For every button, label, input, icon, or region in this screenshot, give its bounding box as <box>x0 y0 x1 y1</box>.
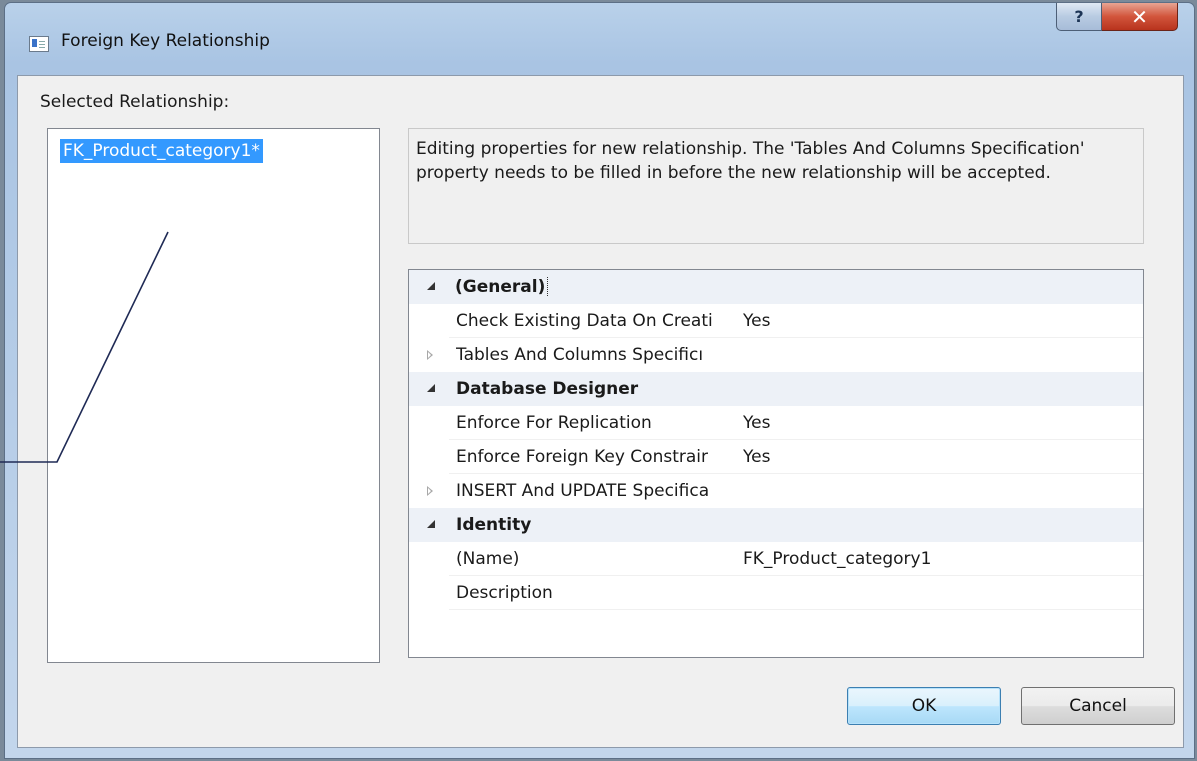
category-label: (General) <box>456 277 549 297</box>
dialog-client-area: Selected Relationship: FK_Product_catego… <box>17 75 1184 748</box>
expanded-triangle-icon[interactable] <box>427 520 435 528</box>
window-title: Foreign Key Relationship <box>61 31 270 51</box>
property-name: Check Existing Data On Creati <box>456 311 713 331</box>
category-identity[interactable]: Identity <box>409 508 1143 542</box>
relationship-list-item[interactable]: FK_Product_category1* <box>60 139 263 163</box>
property-name: Enforce For Replication <box>456 413 652 433</box>
collapsed-triangle-icon[interactable] <box>427 486 433 496</box>
relationship-list[interactable]: FK_Product_category1* <box>47 128 380 663</box>
property-value[interactable]: Yes <box>743 311 770 331</box>
property-description: Editing properties for new relationship.… <box>408 128 1144 244</box>
property-name: INSERT And UPDATE Specifica <box>456 481 710 501</box>
window-icon <box>29 36 49 52</box>
expanded-triangle-icon[interactable] <box>427 282 435 290</box>
property-value[interactable]: Yes <box>743 413 770 433</box>
collapsed-triangle-icon[interactable] <box>427 350 433 360</box>
foreign-key-relationship-dialog: Foreign Key Relationship ? ✕ Selected Re… <box>4 2 1195 759</box>
help-button[interactable]: ? <box>1056 3 1102 31</box>
property-row-insert-update[interactable]: INSERT And UPDATE Specifica <box>409 474 1143 508</box>
cancel-button[interactable]: Cancel <box>1021 687 1175 725</box>
property-row-tables-and-columns[interactable]: Tables And Columns Specificı <box>409 338 1143 372</box>
property-row-check-existing-data[interactable]: Check Existing Data On Creati Yes <box>409 304 1143 338</box>
category-general[interactable]: (General) <box>409 270 1143 304</box>
property-name: (Name) <box>456 549 520 569</box>
expanded-triangle-icon[interactable] <box>427 384 435 392</box>
close-icon: ✕ <box>1131 4 1148 29</box>
property-name: Description <box>456 583 553 603</box>
selected-relationship-label: Selected Relationship: <box>40 92 230 112</box>
property-value[interactable]: Yes <box>743 447 770 467</box>
category-label: Database Designer <box>456 379 639 399</box>
ok-button[interactable]: OK <box>847 687 1001 725</box>
property-name: Enforce Foreign Key Constrair <box>456 447 708 467</box>
property-grid[interactable]: (General) Check Existing Data On Creati … <box>408 269 1144 658</box>
help-icon: ? <box>1074 7 1084 26</box>
title-buttons: ? ✕ <box>1056 3 1178 33</box>
category-label: Identity <box>456 515 532 535</box>
property-value[interactable]: FK_Product_category1 <box>743 549 931 569</box>
property-row-name[interactable]: (Name) FK_Product_category1 <box>409 542 1143 576</box>
property-row-enforce-foreign-key[interactable]: Enforce Foreign Key Constrair Yes <box>409 440 1143 474</box>
property-name: Tables And Columns Specificı <box>456 345 704 365</box>
property-row-enforce-replication[interactable]: Enforce For Replication Yes <box>409 406 1143 440</box>
title-bar[interactable]: Foreign Key Relationship ? ✕ <box>5 3 1194 75</box>
property-row-description[interactable]: Description <box>409 576 1143 610</box>
category-database-designer[interactable]: Database Designer <box>409 372 1143 406</box>
close-button[interactable]: ✕ <box>1102 3 1178 31</box>
